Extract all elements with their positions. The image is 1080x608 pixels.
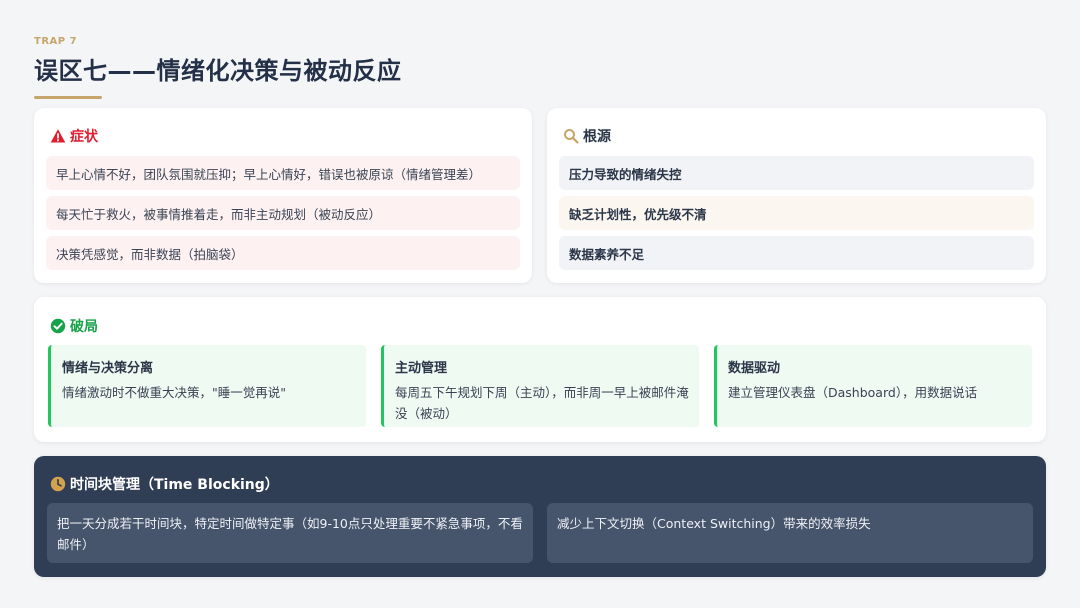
breakthrough-item-desc: 建立管理仪表盘（Dashboard），用数据说话 (728, 385, 978, 400)
symptom-item: 每天忙于救火，被事情推着走，而非主动规划（被动反应） (46, 196, 520, 230)
check-circle-icon (50, 318, 66, 334)
breakthrough-title: 破局 (70, 319, 98, 335)
symptom-item: 决策凭感觉，而非数据（拍脑袋） (46, 236, 520, 270)
breakthrough-card: 破局 情绪与决策分离 情绪激动时不做重大决策，"睡一觉再说" 主动管理 每周五下… (34, 297, 1046, 442)
title-underline (34, 96, 102, 99)
time-blocking-card: 时间块管理（Time Blocking） 把一天分成若干时间块，特定时间做特定事… (34, 456, 1046, 577)
warning-icon (50, 128, 66, 144)
breakthrough-item-desc: 每周五下午规划下周（主动），而非周一早上被邮件淹没（被动） (395, 385, 689, 421)
symptoms-title: 症状 (70, 129, 98, 145)
breakthrough-item-desc: 情绪激动时不做重大决策，"睡一觉再说" (62, 385, 286, 400)
page-title: 误区七——情绪化决策与被动反应 (34, 57, 402, 85)
root-cause-item: 缺乏计划性，优先级不清 (559, 196, 1034, 230)
breakthrough-item-title: 情绪与决策分离 (62, 361, 154, 376)
breakthrough-item-title: 主动管理 (395, 361, 448, 376)
root-cause-item: 数据素养不足 (559, 236, 1034, 270)
time-blocking-item: 把一天分成若干时间块，特定时间做特定事（如9-10点只处理重要不紧急事项，不看邮… (47, 503, 533, 563)
clock-icon (50, 476, 66, 492)
breakthrough-item: 情绪与决策分离 情绪激动时不做重大决策，"睡一觉再说" (48, 345, 366, 427)
search-icon (563, 128, 579, 144)
breakthrough-item-title: 数据驱动 (728, 361, 781, 376)
symptoms-card: 症状 早上心情不好，团队氛围就压抑；早上心情好，错误也被原谅（情绪管理差） 每天… (34, 108, 532, 283)
root-cause-header: 根源 (563, 126, 611, 146)
root-cause-card: 根源 压力导致的情绪失控 缺乏计划性，优先级不清 数据素养不足 (547, 108, 1046, 283)
time-blocking-item: 减少上下文切换（Context Switching）带来的效率损失 (547, 503, 1033, 563)
breakthrough-item: 数据驱动 建立管理仪表盘（Dashboard），用数据说话 (714, 345, 1032, 427)
symptom-item: 早上心情不好，团队氛围就压抑；早上心情好，错误也被原谅（情绪管理差） (46, 156, 520, 190)
eyebrow-label: TRAP 7 (34, 36, 78, 47)
page-header: TRAP 7 误区七——情绪化决策与被动反应 (34, 36, 402, 99)
breakthrough-item: 主动管理 每周五下午规划下周（主动），而非周一早上被邮件淹没（被动） (381, 345, 699, 427)
root-cause-item: 压力导致的情绪失控 (559, 156, 1034, 190)
root-cause-title: 根源 (583, 129, 611, 145)
time-blocking-header: 时间块管理（Time Blocking） (50, 474, 279, 494)
breakthrough-header: 破局 (50, 316, 98, 336)
symptoms-header: 症状 (50, 126, 98, 146)
time-blocking-title: 时间块管理（Time Blocking） (70, 477, 279, 493)
